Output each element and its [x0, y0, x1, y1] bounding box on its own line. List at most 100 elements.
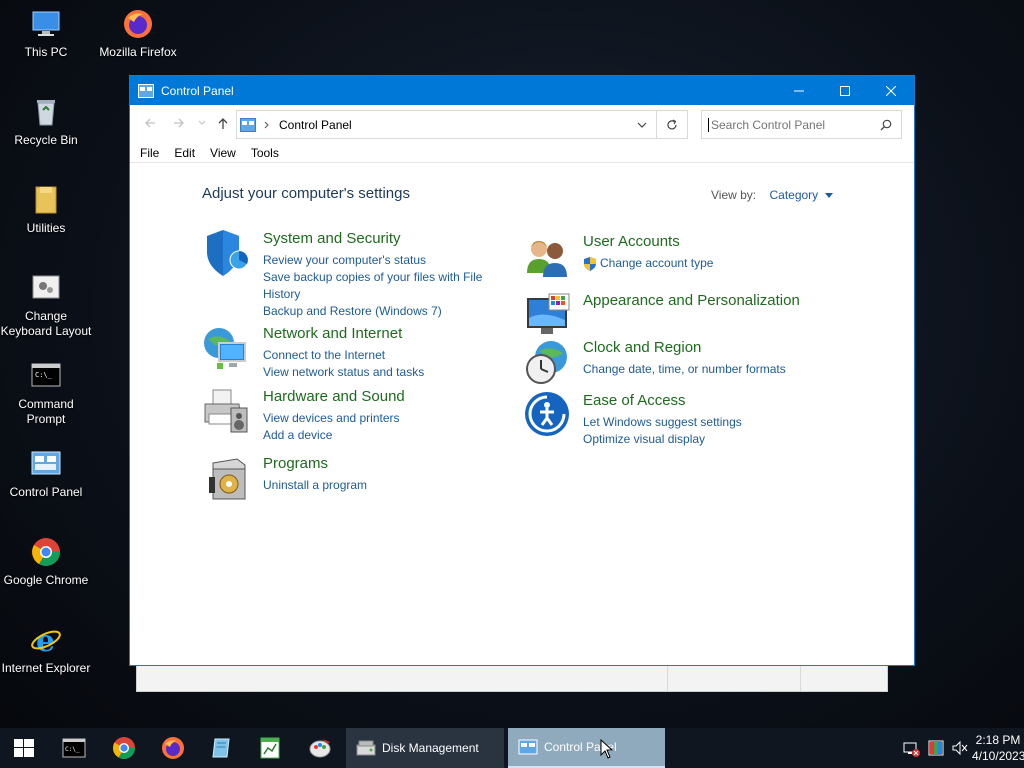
paint-palette-icon [309, 739, 331, 758]
link-optimize-display[interactable]: Optimize visual display [583, 431, 742, 448]
monitor-palette-icon [527, 293, 570, 334]
link-change-account-type[interactable]: Change account type [600, 255, 713, 272]
close-icon [886, 85, 896, 96]
window-title: Control Panel [161, 83, 234, 98]
link-add-device[interactable]: Add a device [263, 427, 400, 444]
windows-logo-icon [14, 739, 34, 757]
desktop-icon-command-prompt[interactable]: C:\_ Command Prompt [0, 360, 92, 427]
desktop-icon-label: Mozilla Firefox [99, 45, 177, 59]
volume-muted-icon[interactable] [952, 740, 968, 756]
view-by-value: Category [769, 188, 819, 202]
mouse-cursor-icon [600, 739, 614, 759]
back-button[interactable] [142, 115, 158, 131]
category-title[interactable]: User Accounts [583, 233, 680, 250]
taskbar-spreadsheet[interactable] [258, 736, 282, 760]
firefox-icon [122, 8, 154, 40]
category-title[interactable]: System and Security [263, 230, 401, 247]
printer-icon [204, 389, 248, 433]
taskbar-notes-app[interactable] [209, 736, 233, 760]
link-uninstall-program[interactable]: Uninstall a program [263, 477, 367, 494]
desktop-icon-internet-explorer[interactable]: e Internet Explorer [0, 624, 92, 676]
control-panel-icon [30, 448, 62, 480]
recent-locations-button[interactable] [194, 115, 210, 131]
control-panel-icon [518, 739, 538, 755]
control-panel-window: Control Panel Control Panel Search Contr… [129, 75, 915, 666]
category-title[interactable]: Appearance and Personalization [583, 292, 800, 309]
category-title[interactable]: Clock and Region [583, 339, 701, 356]
settings-window-icon [30, 272, 62, 304]
taskbar-command-prompt[interactable]: C:\_ [62, 736, 86, 760]
arrow-up-icon [218, 117, 228, 129]
link-windows-suggest[interactable]: Let Windows suggest settings [583, 414, 742, 431]
arrow-left-icon [145, 118, 155, 128]
link-file-history-cont[interactable]: History [263, 286, 482, 303]
desktop-icon-change-keyboard-layout[interactable]: Change Keyboard Layout [0, 272, 92, 339]
link-file-history[interactable]: Save backup copies of your files with Fi… [263, 269, 482, 286]
address-bar[interactable]: Control Panel [236, 110, 688, 139]
desktop-icon-utilities[interactable]: Utilities [0, 184, 92, 236]
menu-tools[interactable]: Tools [251, 146, 279, 160]
taskbar-task-disk-management[interactable]: Disk Management [346, 728, 504, 768]
minimize-icon [794, 90, 804, 91]
up-button[interactable] [215, 115, 231, 131]
forward-button[interactable] [171, 115, 187, 131]
display-color-icon[interactable] [928, 740, 944, 756]
disk-drive-icon [356, 740, 376, 756]
users-icon [527, 241, 567, 277]
menu-view[interactable]: View [210, 146, 236, 160]
menu-file[interactable]: File [140, 146, 159, 160]
category-title[interactable]: Network and Internet [263, 325, 402, 342]
refresh-icon [667, 118, 677, 129]
category-title[interactable]: Hardware and Sound [263, 388, 405, 405]
desktop-icon-label: Utilities [26, 221, 66, 235]
search-box[interactable] [701, 110, 902, 139]
category-title[interactable]: Programs [263, 455, 328, 472]
desktop-icon-firefox[interactable]: Mozilla Firefox [92, 8, 184, 60]
network-warning-icon[interactable] [903, 741, 921, 757]
minimize-button[interactable] [776, 76, 822, 105]
uac-shield-icon [584, 256, 596, 271]
view-by-dropdown[interactable]: Category [769, 188, 833, 202]
desktop-icon-control-panel[interactable]: Control Panel [0, 448, 92, 500]
search-icon [880, 119, 892, 131]
chevron-down-icon[interactable] [637, 121, 647, 129]
category-title[interactable]: Ease of Access [583, 392, 686, 409]
caret-down-icon [824, 193, 833, 198]
link-backup-restore[interactable]: Backup and Restore (Windows 7) [263, 303, 482, 320]
menu-bar: File Edit View Tools [130, 143, 914, 163]
taskbar-task-control-panel[interactable]: Control Panel [508, 728, 665, 768]
svg-text:C:\_: C:\_ [65, 746, 80, 753]
maximize-icon [840, 85, 850, 96]
link-network-status[interactable]: View network status and tasks [263, 364, 424, 381]
control-panel-content: Adjust your computer's settings View by:… [130, 163, 914, 665]
search-input[interactable] [711, 117, 881, 132]
svg-text:C:\_: C:\_ [35, 371, 53, 379]
clock[interactable]: 2:18 PM 4/10/2023 [972, 732, 1024, 764]
desktop-icon-google-chrome[interactable]: Google Chrome [0, 536, 92, 588]
link-change-date-time[interactable]: Change date, time, or number formats [583, 361, 786, 378]
menu-edit[interactable]: Edit [174, 146, 195, 160]
start-button[interactable] [12, 736, 36, 760]
link-devices-printers[interactable]: View devices and printers [263, 410, 400, 427]
taskbar-paint-tool[interactable] [308, 736, 332, 760]
notebook-icon [212, 738, 230, 758]
close-button[interactable] [868, 76, 914, 105]
view-by: View by: Category [711, 188, 833, 202]
clock-globe-icon [526, 341, 567, 384]
title-bar[interactable]: Control Panel [130, 76, 914, 105]
desktop-icon-this-pc[interactable]: This PC [0, 8, 92, 60]
desktop-icon-label: Change Keyboard Layout [0, 309, 92, 338]
refresh-button[interactable] [656, 110, 688, 139]
taskbar-firefox[interactable] [161, 736, 185, 760]
desktop-icon-label: Internet Explorer [1, 661, 91, 675]
maximize-button[interactable] [822, 76, 868, 105]
folder-icon [30, 184, 62, 216]
desktop-icon-label: This PC [24, 45, 68, 59]
link-review-status[interactable]: Review your computer's status [263, 252, 482, 269]
link-connect-internet[interactable]: Connect to the Internet [263, 347, 424, 364]
ease-of-access-icon [525, 392, 569, 436]
arrow-right-icon [174, 118, 184, 128]
desktop-icon-recycle-bin[interactable]: Recycle Bin [0, 96, 92, 148]
taskbar-chrome[interactable] [112, 736, 136, 760]
chevron-right-icon [264, 121, 269, 128]
